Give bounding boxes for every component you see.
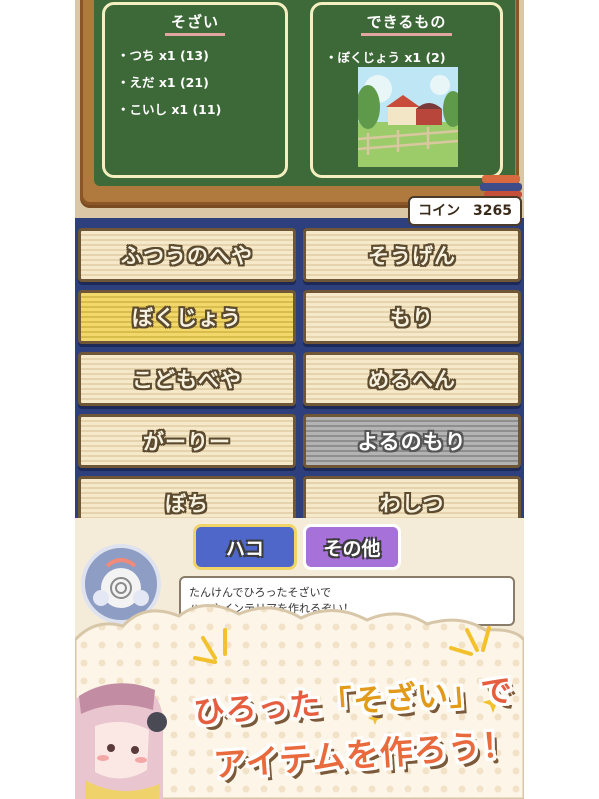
material-item: ・こいし x1 (11) xyxy=(117,102,222,117)
tab-box[interactable]: ハコ xyxy=(193,524,297,570)
room-button-gaarii[interactable]: がーりー xyxy=(78,414,296,468)
character-girl-illustration xyxy=(75,660,175,799)
promo-line-1-post: で xyxy=(479,672,515,712)
material-item: ・えだ x1 (21) xyxy=(117,75,209,90)
blackboard-area: そざい ・つち x1 (13) ・えだ x1 (21) ・こいし x1 (11)… xyxy=(75,0,524,226)
game-screen: そざい ・つち x1 (13) ・えだ x1 (21) ・こいし x1 (11)… xyxy=(75,0,524,799)
room-button-kodomobeya[interactable]: こどもべや xyxy=(78,352,296,406)
room-grid: ふつうのへや そうげん ぼくじょう もり こどもべや めるへん がーりー よるの… xyxy=(75,222,524,530)
coin-value: 3265 xyxy=(473,203,512,219)
room-button-mori[interactable]: もり xyxy=(303,290,521,344)
tab-other[interactable]: その他 xyxy=(303,524,401,570)
room-label: ふつうのへや xyxy=(121,244,253,268)
product-title: できるもの xyxy=(360,11,453,36)
blackboard-frame: そざい ・つち x1 (13) ・えだ x1 (21) ・こいし x1 (11)… xyxy=(80,0,519,205)
room-button-yorunomori[interactable]: よるのもり xyxy=(303,414,521,468)
room-label: こどもべや xyxy=(132,368,242,392)
coin-label: コイン xyxy=(418,203,461,219)
room-label: そうげん xyxy=(368,244,456,268)
room-label: がーりー xyxy=(143,430,231,454)
room-label: めるへん xyxy=(368,368,456,392)
material-item: ・つち x1 (13) xyxy=(117,48,209,63)
promo-line-1-pre: ひろった xyxy=(192,686,323,732)
room-button-bokujou[interactable]: ぼくじょう xyxy=(78,290,296,344)
promo-banner: ひろった「そざい」で アイテムを作ろう！ xyxy=(75,600,524,799)
blackboard: そざい ・つち x1 (13) ・えだ x1 (21) ・こいし x1 (11)… xyxy=(94,0,515,186)
room-label: わしつ xyxy=(379,492,445,516)
tab-box-label: ハコ xyxy=(225,537,264,560)
materials-panel: そざい ・つち x1 (13) ・えだ x1 (21) ・こいし x1 (11) xyxy=(102,2,288,178)
room-button-futsuunoheya[interactable]: ふつうのへや xyxy=(78,228,296,282)
room-label: ぼち xyxy=(165,492,209,516)
room-button-meruhen[interactable]: めるへん xyxy=(303,352,521,406)
product-panel: できるもの ・ぼくじょう x1 (2) xyxy=(310,2,503,178)
room-button-sougen[interactable]: そうげん xyxy=(303,228,521,282)
room-label: もり xyxy=(390,306,434,330)
room-label: ぼくじょう xyxy=(132,306,242,330)
tab-other-label: その他 xyxy=(323,537,381,560)
room-label: よるのもり xyxy=(357,430,467,454)
product-item: ・ぼくじょう x1 (2) xyxy=(325,50,446,65)
materials-title: そざい xyxy=(164,11,225,36)
farm-preview-image xyxy=(358,67,458,167)
message-line: たんけんでひろったそざいで xyxy=(189,586,332,599)
